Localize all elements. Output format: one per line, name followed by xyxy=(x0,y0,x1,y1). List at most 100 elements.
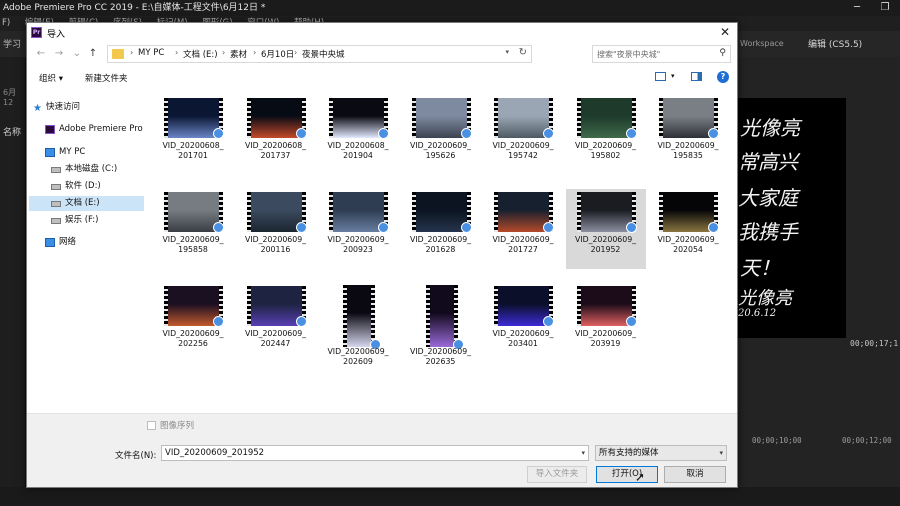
import-dialog: Pr 导入 ✕ ← → ⌄ ↑ › MY PC › 文档 (E:) › 素材 ›… xyxy=(26,22,738,488)
name-column-header[interactable]: 名称 xyxy=(3,125,21,138)
drive-icon xyxy=(51,218,61,224)
organize-button[interactable]: 组织 ▾ xyxy=(39,72,63,84)
file-name-line: 195742 xyxy=(508,151,538,160)
sidebar-item-premiere[interactable]: Adobe Premiere Pro xyxy=(29,122,144,137)
dialog-title: 导入 xyxy=(47,30,66,40)
file-item[interactable]: VID_20200609_ 195802 xyxy=(566,95,646,175)
new-folder-button[interactable]: 新建文件夹 xyxy=(85,72,128,84)
breadcrumb-item[interactable]: 夜景中央城 xyxy=(302,48,345,60)
up-folder-icon[interactable]: ↑ xyxy=(86,47,100,61)
file-name-line: VID_20200609_ xyxy=(492,329,554,338)
file-item[interactable]: VID_20200608_ 201737 xyxy=(236,95,316,175)
restore-icon[interactable]: ❐ xyxy=(870,0,900,16)
file-name-line: VID_20200609_ xyxy=(409,347,472,356)
sidebar-item-drive-c[interactable]: 本地磁盘 (C:) xyxy=(29,162,144,177)
file-item[interactable]: VID_20200609_ 202635 xyxy=(401,283,481,366)
file-item[interactable]: VID_20200609_ 202054 xyxy=(648,189,728,269)
file-item[interactable]: VID_20200609_ 195626 xyxy=(401,95,481,175)
file-item[interactable]: VID_20200609_ 195835 xyxy=(648,95,728,175)
cancel-button[interactable]: 取消 xyxy=(664,466,726,483)
image-sequence-checkbox[interactable] xyxy=(147,421,156,430)
media-player-icon xyxy=(543,316,554,327)
file-item[interactable]: VID_20200609_ 203919 xyxy=(566,283,646,363)
file-name-line: VID_20200609_ xyxy=(327,347,389,356)
address-bar[interactable]: › MY PC › 文档 (E:) › 素材 › 6月10日 › 夜景中央城 ▾… xyxy=(107,45,532,63)
file-name: VID_20200609_ 201727 xyxy=(483,235,563,255)
file-name-line: 201737 xyxy=(260,151,291,160)
file-name-line: 203919 xyxy=(590,339,621,348)
help-icon[interactable]: ? xyxy=(717,71,729,83)
handwriting-line: 我携手 xyxy=(738,220,798,244)
sidebar-item-network[interactable]: 网络 xyxy=(29,235,144,250)
workspace-tab[interactable]: Workspace xyxy=(740,39,784,48)
file-name-line: VID_20200609_ xyxy=(162,235,224,244)
film-strip xyxy=(576,192,581,232)
file-item[interactable]: VID_20200609_ 200116 xyxy=(236,189,316,269)
sidebar-item-drive-e[interactable]: 文档 (E:) xyxy=(29,196,144,211)
breadcrumb-item[interactable]: 文档 (E:) xyxy=(183,48,218,60)
workspace-edit-tab[interactable]: 编辑 (CS5.5) xyxy=(808,37,862,50)
sidebar-item-my-pc[interactable]: MY PC xyxy=(29,145,144,160)
close-button[interactable]: ✕ xyxy=(717,24,733,40)
file-name: VID_20200609_ 200116 xyxy=(236,235,316,255)
media-player-icon xyxy=(460,222,472,233)
chevron-down-icon[interactable]: ▾ xyxy=(671,72,675,80)
file-item[interactable]: VID_20200609_ 203401 xyxy=(483,283,563,363)
file-item[interactable]: VID_20200608_ 201904 xyxy=(318,95,398,175)
file-item[interactable]: VID_20200608_ 201701 xyxy=(153,95,233,175)
video-thumbnail xyxy=(343,285,375,347)
search-input[interactable]: 搜索"夜景中央城" xyxy=(597,49,660,60)
file-name: VID_20200609_ 195858 xyxy=(153,235,233,255)
chevron-down-icon[interactable]: ▾ xyxy=(505,48,509,56)
file-item[interactable]: VID_20200609_ 195742 xyxy=(483,95,563,175)
file-item[interactable]: VID_20200609_ 201727 xyxy=(483,189,563,269)
file-item[interactable]: VID_20200609_ 195858 xyxy=(153,189,233,269)
film-strip xyxy=(164,192,168,232)
preview-pane-icon[interactable] xyxy=(691,72,702,81)
chevron-down-icon[interactable]: ▾ xyxy=(719,446,723,460)
open-button[interactable]: 打开(O) xyxy=(596,466,658,483)
file-name-line: 195858 xyxy=(178,245,208,254)
sidebar-item-quick-access[interactable]: ★ 快速访问 xyxy=(29,100,144,115)
file-type-select[interactable]: 所有支持的媒体 ▾ xyxy=(595,445,727,461)
file-item[interactable]: VID_20200609_ 201628 xyxy=(401,189,481,269)
refresh-icon[interactable]: ↻ xyxy=(519,47,527,58)
computer-icon xyxy=(45,148,55,157)
sidebar-item-drive-f[interactable]: 娱乐 (F:) xyxy=(29,213,144,228)
forward-icon[interactable]: → xyxy=(52,47,66,61)
dialog-titlebar: Pr 导入 ✕ xyxy=(27,23,737,43)
file-name-line: 200923 xyxy=(343,245,373,254)
sidebar-item-drive-d[interactable]: 软件 (D:) xyxy=(29,179,144,194)
search-icon[interactable]: ⚲ xyxy=(719,48,726,58)
file-name-line: 201701 xyxy=(178,151,208,160)
file-name-line: 195802 xyxy=(590,151,621,160)
back-icon[interactable]: ← xyxy=(34,47,48,61)
minimize-icon[interactable]: ─ xyxy=(842,0,872,16)
menu-file[interactable]: F) xyxy=(2,18,10,28)
project-panel: 6月12 名称 xyxy=(0,57,26,487)
breadcrumb-item[interactable]: MY PC xyxy=(138,48,164,58)
search-box[interactable]: 搜索"夜景中央城" ⚲ xyxy=(592,45,731,63)
file-item[interactable]: VID_20200609_ 201952 xyxy=(565,189,646,269)
premiere-icon xyxy=(45,125,55,134)
workspace-learn-tab[interactable]: 学习 xyxy=(3,37,21,50)
file-name: VID_20200609_ 203919 xyxy=(566,329,646,349)
file-item[interactable]: VID_20200609_ 202609 xyxy=(318,283,398,366)
chevron-down-icon[interactable]: ▾ xyxy=(581,446,585,460)
handwriting-date: 20.6.12 xyxy=(738,308,777,319)
film-strip xyxy=(576,98,581,138)
dialog-toolbar: 组织 ▾ 新建文件夹 ▾ ? xyxy=(27,67,737,89)
breadcrumb-item[interactable]: 6月10日 xyxy=(261,48,294,60)
film-strip xyxy=(329,192,333,232)
view-mode-icon[interactable] xyxy=(655,72,666,81)
filename-input[interactable]: VID_20200609_201952 ▾ xyxy=(161,445,589,461)
handwriting-line: 光像亮 xyxy=(738,288,792,309)
breadcrumb-item[interactable]: 素材 xyxy=(230,48,247,60)
file-item[interactable]: VID_20200609_ 202256 xyxy=(153,283,233,363)
import-folder-button[interactable]: 导入文件夹 xyxy=(527,466,587,483)
file-item[interactable]: VID_20200609_ 202447 xyxy=(236,283,316,363)
recent-locations-icon[interactable]: ⌄ xyxy=(70,47,84,61)
navigation-pane: ★ 快速访问 Adobe Premiere Pro MY PC 本地磁盘 (C:… xyxy=(27,93,147,413)
file-item[interactable]: VID_20200609_ 200923 xyxy=(318,189,398,269)
program-timecode[interactable]: 00;00;17;1 xyxy=(850,339,898,348)
